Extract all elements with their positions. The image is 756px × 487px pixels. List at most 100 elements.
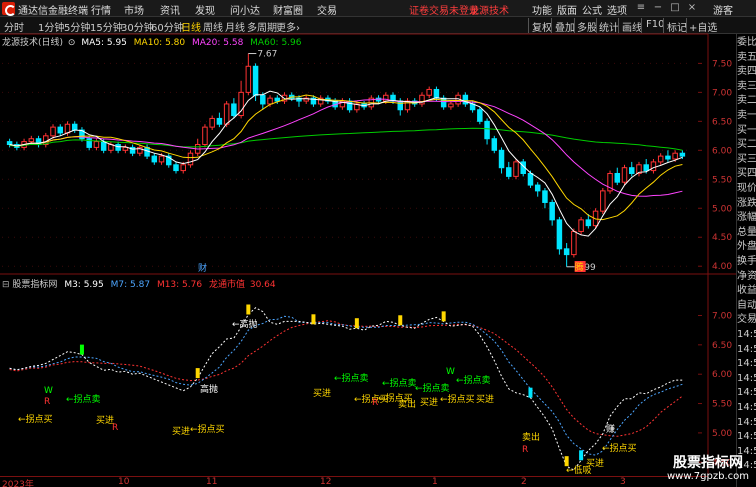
turn-sell-label: ←拐点卖 — [415, 382, 450, 394]
turn-sell-label: ←拐点卖 — [66, 393, 101, 405]
candle-body — [260, 94, 266, 105]
candle-body — [534, 184, 541, 192]
candle-body — [621, 167, 628, 183]
turn-buy-label: ←拐点买 — [440, 393, 475, 405]
candle-body — [180, 164, 186, 172]
ma20-legend: MA20: 5.58 — [191, 38, 244, 48]
side-panel-item: 总量 — [737, 226, 756, 238]
ma5-line — [9, 90, 683, 237]
sub-chart-legend: ⊟ 股票指标网 M3: 5.95 M7: 5.87 M13: 5.76 龙通市值… — [2, 277, 276, 290]
signal-bar — [441, 311, 446, 322]
side-panel-item: 卖一 — [737, 110, 756, 121]
turn-sell-label: ←拐点卖 — [456, 374, 491, 386]
side-panel-item: 卖四 — [737, 66, 756, 78]
kline-chart[interactable]: 7.507.006.506.005.505.004.504.007.673.99… — [0, 0, 736, 487]
candle-body — [202, 126, 208, 146]
watermark-url: www.7gpzb.com — [667, 471, 749, 482]
y-tick-label: 6.50 — [712, 341, 732, 351]
y-tick-label: 7.50 — [712, 59, 732, 69]
watermark: 股票指标网 www.7gpzb.com — [660, 452, 756, 487]
watermark-title: 股票指标网 — [673, 455, 743, 471]
candle-body — [513, 161, 519, 177]
date-tick: 1 — [432, 477, 438, 487]
y-tick-label: 5.50 — [712, 175, 732, 185]
side-panel-item: 卖五 — [737, 51, 756, 63]
r-marker: R — [44, 397, 50, 407]
signal-bar — [528, 387, 533, 398]
turn-buy-label: ←拐点买 — [602, 442, 637, 454]
side-panel-item: 涨跌 — [737, 197, 756, 209]
candle-body — [64, 123, 71, 134]
side-panel-item: 卖三 — [737, 80, 756, 92]
turn-buy-label: ←拐点买 — [18, 413, 53, 425]
side-panel-item: 卖二 — [737, 95, 756, 107]
y-tick-label: 5.00 — [712, 429, 732, 439]
candle-body — [563, 248, 570, 256]
ma10-legend: MA10: 5.80 — [133, 38, 186, 48]
side-panel-item: 14:55 — [737, 343, 756, 355]
w-marker: W — [44, 386, 53, 396]
m7-line — [9, 315, 683, 456]
side-panel-item: 涨幅 — [737, 212, 756, 224]
side-panel-item: 14:55 — [737, 402, 756, 413]
candle-body — [100, 141, 107, 151]
m3-line — [9, 307, 683, 471]
turn-sell-label: ←拐点卖 — [382, 377, 417, 389]
buy-in-label: 买进 — [172, 426, 190, 437]
side-panel-item: 换手 — [737, 256, 756, 267]
y-tick-label: 5.50 — [712, 400, 732, 410]
date-tick: 10 — [118, 477, 130, 487]
main-chart-legend: 龙源技术(日线) ⊙ MA5: 5.95 MA10: 5.80 MA20: 5.… — [2, 35, 301, 48]
candle-body — [433, 88, 440, 99]
signal-bar — [246, 304, 251, 315]
candle-body — [679, 152, 686, 157]
buy-in-label: 买进 — [313, 388, 331, 399]
candle-body — [383, 94, 389, 102]
channel-label: 龙通市值 — [208, 280, 245, 290]
channel-value: 30.64 — [249, 280, 276, 290]
m13-legend: M13: 5.76 — [156, 280, 203, 290]
date-tick: 12 — [320, 477, 332, 487]
candle-body — [484, 120, 490, 140]
candle-body — [216, 117, 223, 125]
m7-legend: M7: 5.87 — [110, 280, 151, 290]
y-tick-label: 4.00 — [712, 262, 732, 272]
candle-body — [6, 141, 13, 146]
candle-body — [556, 219, 563, 250]
side-panel-item: 净资 — [737, 270, 756, 282]
candle-body — [462, 94, 469, 105]
quote-side-panel: 委比 卖五 卖四 卖三 卖二 卖一 买一 买二 买三 买四 现价 涨跌 涨幅 总量 外盘 换手 净资 收益 自动 交易… — [736, 34, 756, 487]
side-panel-item: 买三 — [737, 153, 756, 165]
candle-body — [209, 117, 215, 128]
ma60-legend: MA60: 5.96 — [250, 38, 302, 48]
date-tick: 2023年 — [2, 480, 34, 487]
candle-body — [93, 141, 100, 148]
candle-body — [158, 155, 165, 163]
r-marker: R — [112, 423, 118, 433]
signal-bar — [311, 314, 316, 325]
date-tick: 3 — [620, 477, 626, 487]
side-panel-item: 自动 — [737, 299, 756, 311]
info-marker-cai: 财 — [198, 262, 207, 274]
candle-body — [549, 201, 555, 221]
candle-body — [223, 103, 230, 125]
candle-body — [542, 190, 548, 203]
side-panel-item: 14:55 — [737, 416, 756, 428]
side-panel-item: 14:55 — [737, 329, 756, 340]
side-panel-item: 外盘 — [737, 241, 756, 253]
side-panel-item: 14:55 — [737, 358, 756, 370]
y-tick-label: 6.00 — [712, 146, 732, 156]
signal-bar — [579, 450, 584, 461]
w-marker: W — [446, 367, 455, 377]
candle-body — [346, 100, 353, 111]
high-price-label: 7.67 — [257, 50, 277, 60]
y-tick-label: 6.00 — [712, 370, 732, 380]
date-tick: 11 — [206, 477, 218, 487]
sub-chart-toggle-icon[interactable]: ⊟ — [2, 280, 10, 290]
collapse-icon[interactable]: ⊙ — [68, 38, 76, 48]
y-tick-label: 5.00 — [712, 204, 732, 214]
candle-body — [614, 172, 621, 183]
signal-bar — [564, 456, 569, 467]
candle-body — [657, 155, 664, 163]
candle-body — [426, 88, 432, 96]
